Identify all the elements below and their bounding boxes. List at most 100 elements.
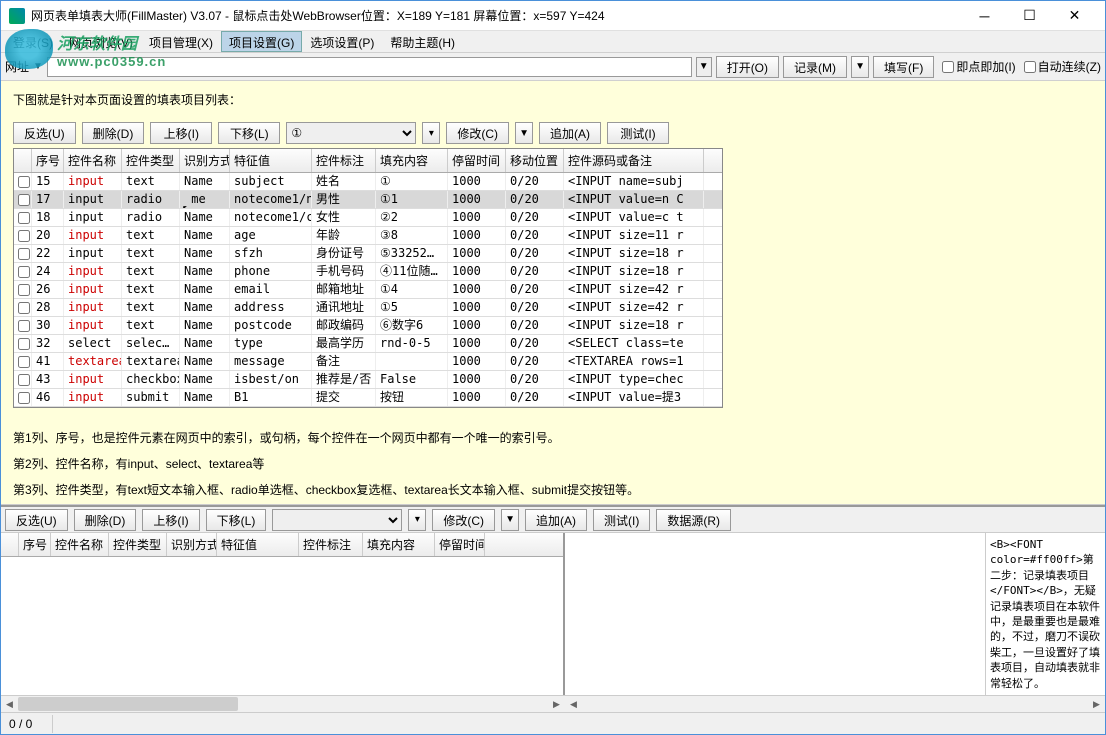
menu-help[interactable]: 帮助主题(H) bbox=[382, 31, 463, 52]
col-name[interactable]: 控件名称 bbox=[64, 149, 122, 172]
window-title: 网页表单填表大师(FillMaster) V3.07 - 鼠标点击处WebBro… bbox=[31, 7, 962, 24]
modify-dropdown[interactable]: ▼ bbox=[515, 122, 533, 144]
col-type[interactable]: 控件类型 bbox=[122, 149, 180, 172]
table-row[interactable]: 17inputradio↖ menotecome1/n男性①110000/20<… bbox=[14, 191, 722, 209]
url-toolbar: 网址 ▼ ▼ 打开(O) 记录(M) ▼ 填写(F) 即点即加(I) 自动连续(… bbox=[1, 53, 1105, 81]
col-mode[interactable]: 识别方式 bbox=[180, 149, 230, 172]
preview-area bbox=[565, 533, 985, 695]
lower-panel: 反选(U) 删除(D) 上移(I) 下移(L) ▾ 修改(C) ▼ 追加(A) … bbox=[1, 505, 1105, 712]
l-col-index[interactable]: 序号 bbox=[19, 533, 51, 556]
append-button[interactable]: 追加(A) bbox=[539, 122, 601, 144]
menu-project-manage[interactable]: 项目管理(X) bbox=[141, 31, 221, 52]
minimize-button[interactable]: ─ bbox=[962, 2, 1007, 30]
lower-combo[interactable] bbox=[272, 509, 402, 531]
url-combo-arrow[interactable]: ▼ bbox=[696, 57, 712, 77]
l-col-fill[interactable]: 填充内容 bbox=[363, 533, 435, 556]
l-col-check[interactable] bbox=[1, 533, 19, 556]
grid-header: 序号 控件名称 控件类型 识别方式 特征值 控件标注 填充内容 停留时间 移动位… bbox=[14, 149, 722, 173]
record-button[interactable]: 记录(M) bbox=[783, 56, 847, 78]
lower-combo-step[interactable]: ▾ bbox=[408, 509, 426, 531]
lower-invert-button[interactable]: 反选(U) bbox=[5, 509, 68, 531]
scroll-left-icon[interactable]: ◀ bbox=[1, 696, 18, 712]
lower-toolbar: 反选(U) 删除(D) 上移(I) 下移(L) ▾ 修改(C) ▼ 追加(A) … bbox=[1, 507, 1105, 533]
movedown-button[interactable]: 下移(L) bbox=[218, 122, 280, 144]
url-dropdown-icon[interactable]: ▼ bbox=[33, 61, 43, 72]
col-move[interactable]: 移动位置 bbox=[506, 149, 564, 172]
col-fill[interactable]: 填充内容 bbox=[376, 149, 448, 172]
lower-test-button[interactable]: 测试(I) bbox=[593, 509, 650, 531]
table-row[interactable]: 30inputtextNamepostcode邮政编码⑥数字610000/20<… bbox=[14, 317, 722, 335]
table-row[interactable]: 20inputtextNameage年龄③810000/20<INPUT siz… bbox=[14, 227, 722, 245]
table-row[interactable]: 41textareatextareaNamemessage备注10000/20<… bbox=[14, 353, 722, 371]
table-row[interactable]: 28inputtextNameaddress通讯地址①510000/20<INP… bbox=[14, 299, 722, 317]
instant-add-checkbox[interactable]: 即点即加(I) bbox=[942, 58, 1015, 75]
moveup-button[interactable]: 上移(I) bbox=[150, 122, 212, 144]
close-button[interactable]: ✕ bbox=[1052, 2, 1097, 30]
main-area: 下图就是针对本页面设置的填表项目列表： 反选(U) 删除(D) 上移(I) 下移… bbox=[1, 81, 1105, 712]
app-window: 河东软件园 www.pc0359.cn 网页表单填表大师(FillMaster)… bbox=[0, 0, 1106, 735]
table-row[interactable]: 15inputtextNamesubject姓名①10000/20<INPUT … bbox=[14, 173, 722, 191]
datasource-button[interactable]: 数据源(R) bbox=[656, 509, 731, 531]
col-src[interactable]: 控件源码或备注 bbox=[564, 149, 704, 172]
menu-project-settings[interactable]: 项目设置(G) bbox=[221, 31, 302, 52]
titlebar: 网页表单填表大师(FillMaster) V3.07 - 鼠标点击处WebBro… bbox=[1, 1, 1105, 31]
table-row[interactable]: 24inputtextNamephone手机号码④11位随…10000/20<I… bbox=[14, 263, 722, 281]
col-stay[interactable]: 停留时间 bbox=[448, 149, 506, 172]
modify-button[interactable]: 修改(C) bbox=[446, 122, 509, 144]
scroll-right-icon[interactable]: ▶ bbox=[548, 696, 565, 712]
invert-button[interactable]: 反选(U) bbox=[13, 122, 76, 144]
note-2: 第2列、控件名称，有input、select、textarea等 bbox=[13, 452, 1093, 476]
col-fv[interactable]: 特征值 bbox=[230, 149, 312, 172]
note-3: 第3列、控件类型，有text短文本输入框、radio单选框、checkbox复选… bbox=[13, 478, 1093, 502]
l-col-type[interactable]: 控件类型 bbox=[109, 533, 167, 556]
menu-browse[interactable]: 网页浏览(V) bbox=[61, 31, 141, 52]
combo-step[interactable]: ▾ bbox=[422, 122, 440, 144]
maximize-button[interactable]: ☐ bbox=[1007, 2, 1052, 30]
status-count: 0 / 0 bbox=[9, 717, 32, 731]
lower-modify-dropdown[interactable]: ▼ bbox=[501, 509, 519, 531]
delete-button[interactable]: 删除(D) bbox=[82, 122, 145, 144]
l-col-label[interactable]: 控件标注 bbox=[299, 533, 363, 556]
url-input[interactable] bbox=[47, 57, 692, 77]
lower-movedown-button[interactable]: 下移(L) bbox=[206, 509, 267, 531]
l-col-name[interactable]: 控件名称 bbox=[51, 533, 109, 556]
col-index[interactable]: 序号 bbox=[32, 149, 64, 172]
table-row[interactable]: 32selectselec…Nametype最高学历rnd-0-510000/2… bbox=[14, 335, 722, 353]
scroll-thumb[interactable] bbox=[18, 697, 238, 711]
l-col-stay[interactable]: 停留时间 bbox=[435, 533, 485, 556]
grid-body: 15inputtextNamesubject姓名①10000/20<INPUT … bbox=[14, 173, 722, 407]
lower-delete-button[interactable]: 删除(D) bbox=[74, 509, 137, 531]
table-row[interactable]: 26inputtextNameemail邮箱地址①410000/20<INPUT… bbox=[14, 281, 722, 299]
items-grid: 序号 控件名称 控件类型 识别方式 特征值 控件标注 填充内容 停留时间 移动位… bbox=[13, 148, 723, 408]
table-row[interactable]: 43inputcheckboxNameisbest/on推荐是/否False10… bbox=[14, 371, 722, 389]
menubar: 登录(S) 网页浏览(V) 项目管理(X) 项目设置(G) 选项设置(P) 帮助… bbox=[1, 31, 1105, 53]
table-row[interactable]: 22inputtextNamesfzh身份证号⑤33252…10000/20<I… bbox=[14, 245, 722, 263]
test-button[interactable]: 测试(I) bbox=[607, 122, 669, 144]
lower-moveup-button[interactable]: 上移(I) bbox=[142, 509, 199, 531]
settings-panel: 下图就是针对本页面设置的填表项目列表： 反选(U) 删除(D) 上移(I) 下移… bbox=[1, 81, 1105, 505]
status-separator bbox=[52, 715, 56, 733]
table-row[interactable]: 46inputsubmitNameB1提交按钮10000/20<INPUT va… bbox=[14, 389, 722, 407]
upper-button-row: 反选(U) 删除(D) 上移(I) 下移(L) ① ▾ 修改(C) ▼ 追加(A… bbox=[13, 122, 1093, 144]
col-check[interactable] bbox=[14, 149, 32, 172]
col-label[interactable]: 控件标注 bbox=[312, 149, 376, 172]
menu-options[interactable]: 选项设置(P) bbox=[302, 31, 382, 52]
record-dropdown[interactable]: ▼ bbox=[851, 56, 869, 78]
url-label: 网址 bbox=[5, 58, 29, 75]
l-col-fv[interactable]: 特征值 bbox=[217, 533, 299, 556]
lower-grid-header: 序号 控件名称 控件类型 识别方式 特征值 控件标注 填充内容 停留时间 bbox=[1, 533, 563, 557]
fill-button[interactable]: 填写(F) bbox=[873, 56, 934, 78]
lower-modify-button[interactable]: 修改(C) bbox=[432, 509, 495, 531]
fill-combo[interactable]: ① bbox=[286, 122, 416, 144]
auto-continue-checkbox[interactable]: 自动连续(Z) bbox=[1024, 58, 1101, 75]
open-button[interactable]: 打开(O) bbox=[716, 56, 779, 78]
lower-body: 序号 控件名称 控件类型 识别方式 特征值 控件标注 填充内容 停留时间 <B>… bbox=[1, 533, 1105, 695]
lower-append-button[interactable]: 追加(A) bbox=[525, 509, 587, 531]
l-col-mode[interactable]: 识别方式 bbox=[167, 533, 217, 556]
lower-right-panel: <B><FONT color=#ff00ff>第二步：记录填表项目</FONT>… bbox=[565, 533, 1105, 695]
lower-right-scrollbar[interactable]: ◀ ▶ bbox=[565, 695, 1105, 712]
statusbar: 0 / 0 bbox=[1, 712, 1105, 734]
table-row[interactable]: 18inputradioNamenotecome1/c女性②210000/20<… bbox=[14, 209, 722, 227]
menu-login[interactable]: 登录(S) bbox=[5, 31, 61, 52]
lower-left-scrollbar[interactable]: ◀ ▶ bbox=[1, 695, 565, 712]
